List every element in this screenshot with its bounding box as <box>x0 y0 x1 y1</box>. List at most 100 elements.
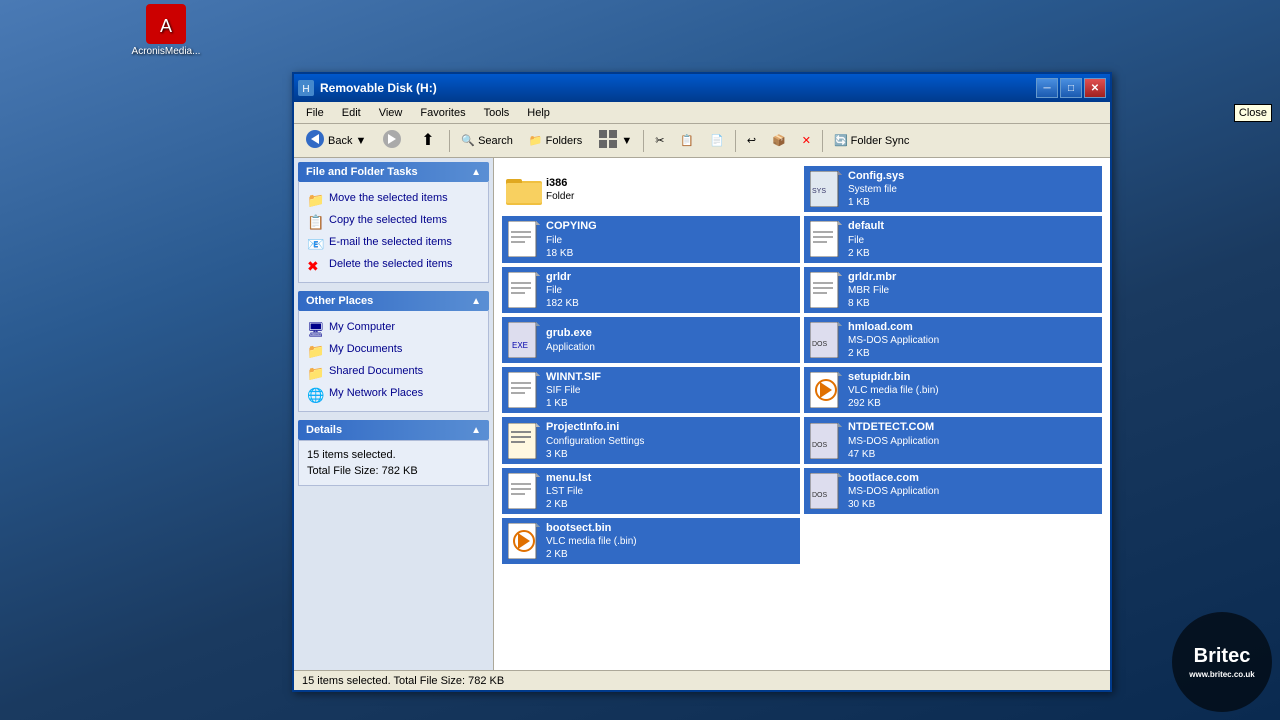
file-name: WINNT.SIF <box>546 370 796 384</box>
file-item[interactable]: grldr.mbrMBR File8 KB <box>804 267 1102 313</box>
separator-4 <box>822 130 823 152</box>
file-item[interactable]: defaultFile2 KB <box>804 216 1102 262</box>
file-icon <box>808 221 844 257</box>
my-computer-link[interactable]: 🖥 My Computer <box>303 317 484 339</box>
menu-help[interactable]: Help <box>519 105 558 121</box>
file-size: 2 KB <box>546 548 796 561</box>
file-item[interactable]: COPYINGFile18 KB <box>502 216 800 262</box>
file-folder-tasks-content: 📁 Move the selected items 📋 Copy the sel… <box>298 182 489 283</box>
my-documents-icon: 📁 <box>307 342 323 358</box>
folder-sync-button[interactable]: 🔄 Folder Sync <box>827 127 916 155</box>
file-info: WINNT.SIFSIF File1 KB <box>546 370 796 410</box>
separator-1 <box>449 130 450 152</box>
my-documents-link[interactable]: 📁 My Documents <box>303 339 484 361</box>
file-size: 18 KB <box>546 247 796 260</box>
up-button[interactable]: ⬆ <box>411 127 445 155</box>
svg-text:EXE: EXE <box>512 341 528 350</box>
file-icon: SYS <box>808 171 844 207</box>
desktop-icon-acronis[interactable]: A AcronisMedia... <box>130 4 202 57</box>
file-item[interactable]: DOS bootlace.comMS-DOS Application30 KB <box>804 468 1102 514</box>
move-items-icon: 📁 <box>307 191 323 207</box>
delete-items-task[interactable]: ✖ Delete the selected items <box>303 254 484 276</box>
file-item[interactable]: SYS Config.sysSystem file1 KB <box>804 166 1102 212</box>
other-places-section: Other Places ▲ 🖥 My Computer 📁 My Docume… <box>298 291 489 412</box>
file-item[interactable]: EXE grub.exeApplication <box>502 317 800 363</box>
undo-button[interactable]: ↩ <box>740 127 763 155</box>
delete-items-icon: ✖ <box>307 257 323 273</box>
copy-items-task[interactable]: 📋 Copy the selected Items <box>303 210 484 232</box>
file-type: File <box>546 234 796 247</box>
file-name: ProjectInfo.ini <box>546 420 796 434</box>
move-icon: 📦 <box>772 134 786 147</box>
close-button[interactable]: ✕ <box>1084 78 1106 98</box>
move-items-task[interactable]: 📁 Move the selected items <box>303 188 484 210</box>
my-computer-label: My Computer <box>329 320 395 334</box>
email-items-icon: 📧 <box>307 235 323 251</box>
folders-button[interactable]: 📁 Folders <box>522 127 589 155</box>
file-item[interactable]: i386Folder <box>502 166 800 212</box>
file-size: 1 KB <box>848 196 1098 209</box>
copy-icon: 📋 <box>680 134 694 147</box>
file-type: File <box>546 284 796 297</box>
svg-text:⬆: ⬆ <box>422 132 435 149</box>
file-icon <box>506 473 542 509</box>
file-type: MS-DOS Application <box>848 485 1098 498</box>
file-item[interactable]: DOS hmload.comMS-DOS Application2 KB <box>804 317 1102 363</box>
other-places-header[interactable]: Other Places ▲ <box>298 291 489 311</box>
titlebar: H Removable Disk (H:) ─ □ ✕ <box>294 74 1110 102</box>
file-size: 2 KB <box>546 498 796 511</box>
menu-tools[interactable]: Tools <box>476 105 518 121</box>
move-button[interactable]: 📦 <box>765 127 793 155</box>
move-items-label: Move the selected items <box>329 191 448 205</box>
paste-button[interactable]: 📄 <box>703 127 731 155</box>
shared-documents-link[interactable]: 📁 Shared Documents <box>303 361 484 383</box>
delete-button[interactable]: ✕ <box>795 127 818 155</box>
file-icon <box>506 272 542 308</box>
file-size: 292 KB <box>848 397 1098 410</box>
file-size: 47 KB <box>848 448 1098 461</box>
menu-file[interactable]: File <box>298 105 332 121</box>
file-name: bootlace.com <box>848 471 1098 485</box>
search-button[interactable]: 🔍 Search <box>454 127 520 155</box>
files-area[interactable]: i386Folder SYS Config.sysSystem file1 KB… <box>494 158 1110 670</box>
file-item[interactable]: DOS NTDETECT.COMMS-DOS Application47 KB <box>804 417 1102 463</box>
svg-text:DOS: DOS <box>812 341 828 348</box>
titlebar-icon: H <box>298 80 314 96</box>
delete-items-label: Delete the selected items <box>329 257 453 271</box>
file-item[interactable]: setupidr.binVLC media file (.bin)292 KB <box>804 367 1102 413</box>
email-items-label: E-mail the selected items <box>329 235 452 249</box>
watermark: Britec www.britec.co.uk <box>1172 612 1272 712</box>
other-places-collapse-icon: ▲ <box>471 296 481 307</box>
file-name: menu.lst <box>546 471 796 485</box>
cut-button[interactable]: ✂ <box>648 127 671 155</box>
forward-button[interactable] <box>375 127 409 155</box>
file-icon: DOS <box>808 423 844 459</box>
file-item[interactable]: bootsect.binVLC media file (.bin)2 KB <box>502 518 800 564</box>
copy-button[interactable]: 📋 <box>673 127 701 155</box>
items-selected-text: 15 items selected. <box>307 449 480 461</box>
file-size: 3 KB <box>546 448 796 461</box>
file-type: Application <box>546 341 796 354</box>
file-name: Config.sys <box>848 169 1098 183</box>
menu-view[interactable]: View <box>371 105 411 121</box>
file-icon <box>506 221 542 257</box>
file-folder-tasks-title: File and Folder Tasks <box>306 166 418 178</box>
back-icon <box>305 129 325 152</box>
views-button[interactable]: ▼ <box>591 127 639 155</box>
maximize-button[interactable]: □ <box>1060 78 1082 98</box>
file-info: bootsect.binVLC media file (.bin)2 KB <box>546 521 796 561</box>
menu-favorites[interactable]: Favorites <box>412 105 473 121</box>
email-items-task[interactable]: 📧 E-mail the selected items <box>303 232 484 254</box>
file-item[interactable]: WINNT.SIFSIF File1 KB <box>502 367 800 413</box>
details-header[interactable]: Details ▲ <box>298 420 489 440</box>
minimize-button[interactable]: ─ <box>1036 78 1058 98</box>
file-item[interactable]: ProjectInfo.iniConfiguration Settings3 K… <box>502 417 800 463</box>
back-button[interactable]: Back ▼ <box>298 127 373 155</box>
file-type: LST File <box>546 485 796 498</box>
menu-edit[interactable]: Edit <box>334 105 369 121</box>
file-folder-tasks-header[interactable]: File and Folder Tasks ▲ <box>298 162 489 182</box>
file-item[interactable]: grldrFile182 KB <box>502 267 800 313</box>
file-item[interactable]: menu.lstLST File2 KB <box>502 468 800 514</box>
my-network-places-link[interactable]: 🌐 My Network Places <box>303 383 484 405</box>
total-size-text: Total File Size: 782 KB <box>307 465 480 477</box>
